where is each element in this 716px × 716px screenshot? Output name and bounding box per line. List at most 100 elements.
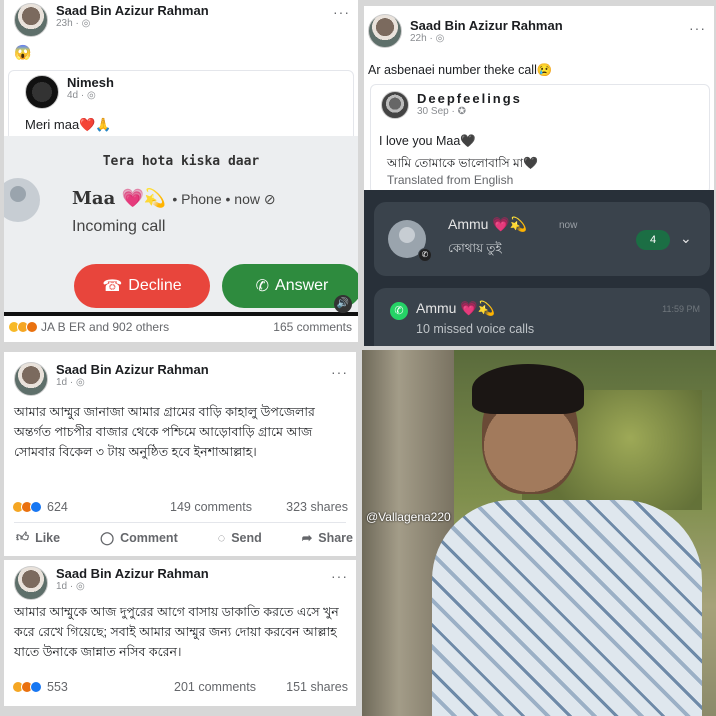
whatsapp-icon: ✆ (390, 302, 408, 320)
post-time[interactable]: 22h · (410, 33, 436, 44)
globe-icon: ◎ (76, 377, 85, 388)
shared-author[interactable]: Deepfeelings (417, 91, 522, 106)
post-author[interactable]: Saad Bin Azizur Rahman (56, 3, 209, 18)
like-button[interactable]: 👍︎ Like (16, 530, 60, 545)
messenger-icon: ◌ (217, 530, 226, 545)
gear-icon: ✪ (457, 106, 466, 117)
post-call-panel: Saad Bin Azizur Rahman 23h · ◎ ··· 😱 Nim… (4, 0, 358, 342)
notification-card[interactable]: ✆ Ammu 💗💫 now কোথায় তুই 4 ⌄ (374, 202, 710, 276)
share-count[interactable]: 151 shares (286, 680, 348, 694)
reaction-summary[interactable]: 553 (12, 680, 68, 694)
shared-post[interactable]: Deepfeelings 30 Sep · ✪ I love you Maa🖤 … (370, 84, 710, 194)
person-kurta (432, 500, 702, 716)
hangup-icon: ☎ (102, 278, 123, 295)
post-text: Ar asbenaei number theke call😢 (368, 63, 553, 77)
globe-icon: ◎ (81, 18, 91, 29)
post-author[interactable]: Saad Bin Azizur Rahman (56, 362, 209, 377)
avatar[interactable] (14, 3, 48, 37)
watermark: @Vallagena220 (366, 510, 451, 524)
missed-calls-text: 10 missed voice calls (416, 322, 535, 336)
post-robbery-panel: Saad Bin Azizur Rahman 1d · ◎ ··· আমার আ… (4, 560, 356, 706)
notification-sender: Ammu 💗💫 (448, 216, 528, 232)
send-label: Send (231, 530, 262, 545)
share-button[interactable]: ➦ Share (301, 530, 353, 546)
more-options-icon[interactable]: ··· (689, 20, 706, 36)
share-count[interactable]: 323 shares (286, 500, 348, 514)
more-options-icon[interactable]: ··· (331, 568, 348, 584)
post-missed-calls-panel: Saad Bin Azizur Rahman 22h · ◎ ··· Ar as… (364, 6, 714, 346)
send-button[interactable]: ◌ Send (218, 530, 262, 545)
chevron-down-icon[interactable]: ⌄ (680, 230, 692, 247)
portrait-photo: @Vallagena220 (362, 350, 716, 716)
reaction-count: 624 (47, 500, 68, 514)
volume-icon[interactable]: 🔊 (334, 295, 352, 313)
notifications-screenshot: ✆ Ammu 💗💫 now কোথায় তুই 4 ⌄ ✆ Ammu 💗💫 1… (364, 190, 714, 346)
translated-text: আমি তোমাকে ভালোবাসি মা🖤 (387, 156, 539, 170)
post-time[interactable]: 23h · (56, 18, 82, 29)
progress-bar (4, 312, 358, 316)
globe-icon: ◎ (76, 581, 85, 592)
notification-message: কোথায় তুই (448, 241, 502, 255)
comment-count[interactable]: 149 comments (170, 500, 252, 514)
avatar[interactable] (368, 14, 402, 48)
post-time[interactable]: 1d · (56, 377, 76, 388)
shared-post[interactable]: Nimesh 4d · ◎ Meri maa❤️🙏 (8, 70, 354, 144)
post-text: 😱 (14, 44, 32, 60)
post-text: আমার আম্মুর জানাজা আমার গ্রামের বাড়ি কা… (14, 405, 315, 459)
post-author[interactable]: Saad Bin Azizur Rahman (410, 18, 563, 33)
share-label: Share (318, 530, 353, 545)
action-bar: 👍︎ Like ◯ Comment ◌ Send ➦ Share (16, 530, 353, 545)
angry-icon (26, 321, 38, 333)
shared-time: 4d · (67, 90, 88, 101)
globe-icon: ◎ (435, 33, 445, 44)
whatsapp-icon: ✆ (418, 248, 432, 262)
caller-name: Maa 💗💫 (72, 188, 167, 209)
notification-sender: Ammu 💗💫 (416, 300, 496, 316)
like-label: Like (35, 530, 61, 545)
message-count-badge: 4 (636, 230, 670, 250)
share-arrow-icon: ➦ (301, 531, 313, 545)
notification-time: 11:59 PM (662, 304, 700, 314)
post-time[interactable]: 1d · (56, 581, 76, 592)
post-funeral-panel: Saad Bin Azizur Rahman 1d · ◎ ··· আমার আ… (4, 352, 356, 556)
post-text: আমার আম্মুকে আজ দুপুরের আগে বাসায় ডাকাত… (14, 605, 339, 659)
avatar[interactable] (25, 75, 59, 109)
post-author[interactable]: Saad Bin Azizur Rahman (56, 566, 209, 581)
avatar[interactable] (14, 566, 48, 600)
shared-text: I love you Maa🖤 (379, 134, 476, 148)
decline-label: Decline (128, 277, 182, 294)
like-reaction-icon (30, 501, 42, 513)
translation-label[interactable]: Translated from English (387, 173, 513, 187)
notification-card[interactable]: ✆ Ammu 💗💫 11:59 PM 10 missed voice calls (374, 288, 710, 346)
incoming-call-label: Incoming call (72, 218, 166, 235)
decline-button[interactable]: ☎ Decline (74, 264, 210, 308)
answer-label: Answer (275, 277, 329, 294)
reactions-text: JA B ER and 902 others (41, 320, 170, 334)
comment-count[interactable]: 201 comments (174, 680, 256, 694)
contact-icon (4, 178, 40, 222)
more-options-icon[interactable]: ··· (331, 364, 348, 380)
reaction-summary[interactable]: JA B ER and 902 others (8, 320, 169, 334)
comment-button[interactable]: ◯ Comment (100, 530, 178, 546)
reaction-summary[interactable]: 624 (12, 500, 68, 514)
shared-author[interactable]: Nimesh (67, 75, 114, 90)
divider (14, 522, 346, 523)
like-reaction-icon (30, 681, 42, 693)
notification-time: now (559, 220, 578, 231)
shared-text: Meri maa❤️🙏 (25, 117, 112, 132)
comment-icon: ◯ (100, 531, 115, 545)
contact-icon: ✆ (388, 220, 432, 262)
avatar[interactable] (381, 91, 409, 119)
avatar[interactable] (14, 362, 48, 396)
call-screenshot: Tera hota kiska daar Maa 💗💫 • Phone • no… (4, 136, 358, 316)
more-options-icon[interactable]: ··· (333, 4, 350, 20)
person-hair (472, 364, 584, 414)
comment-label: Comment (120, 530, 178, 545)
reaction-count: 553 (47, 680, 68, 694)
comment-count[interactable]: 165 comments (273, 320, 352, 334)
shared-time: 30 Sep · (417, 106, 458, 117)
thumbs-up-icon: 👍︎ (16, 530, 30, 544)
collage: Saad Bin Azizur Rahman 23h · ◎ ··· 😱 Nim… (0, 0, 716, 716)
call-meta: • Phone • now ⊘ (172, 191, 276, 207)
globe-icon: ◎ (87, 90, 96, 101)
